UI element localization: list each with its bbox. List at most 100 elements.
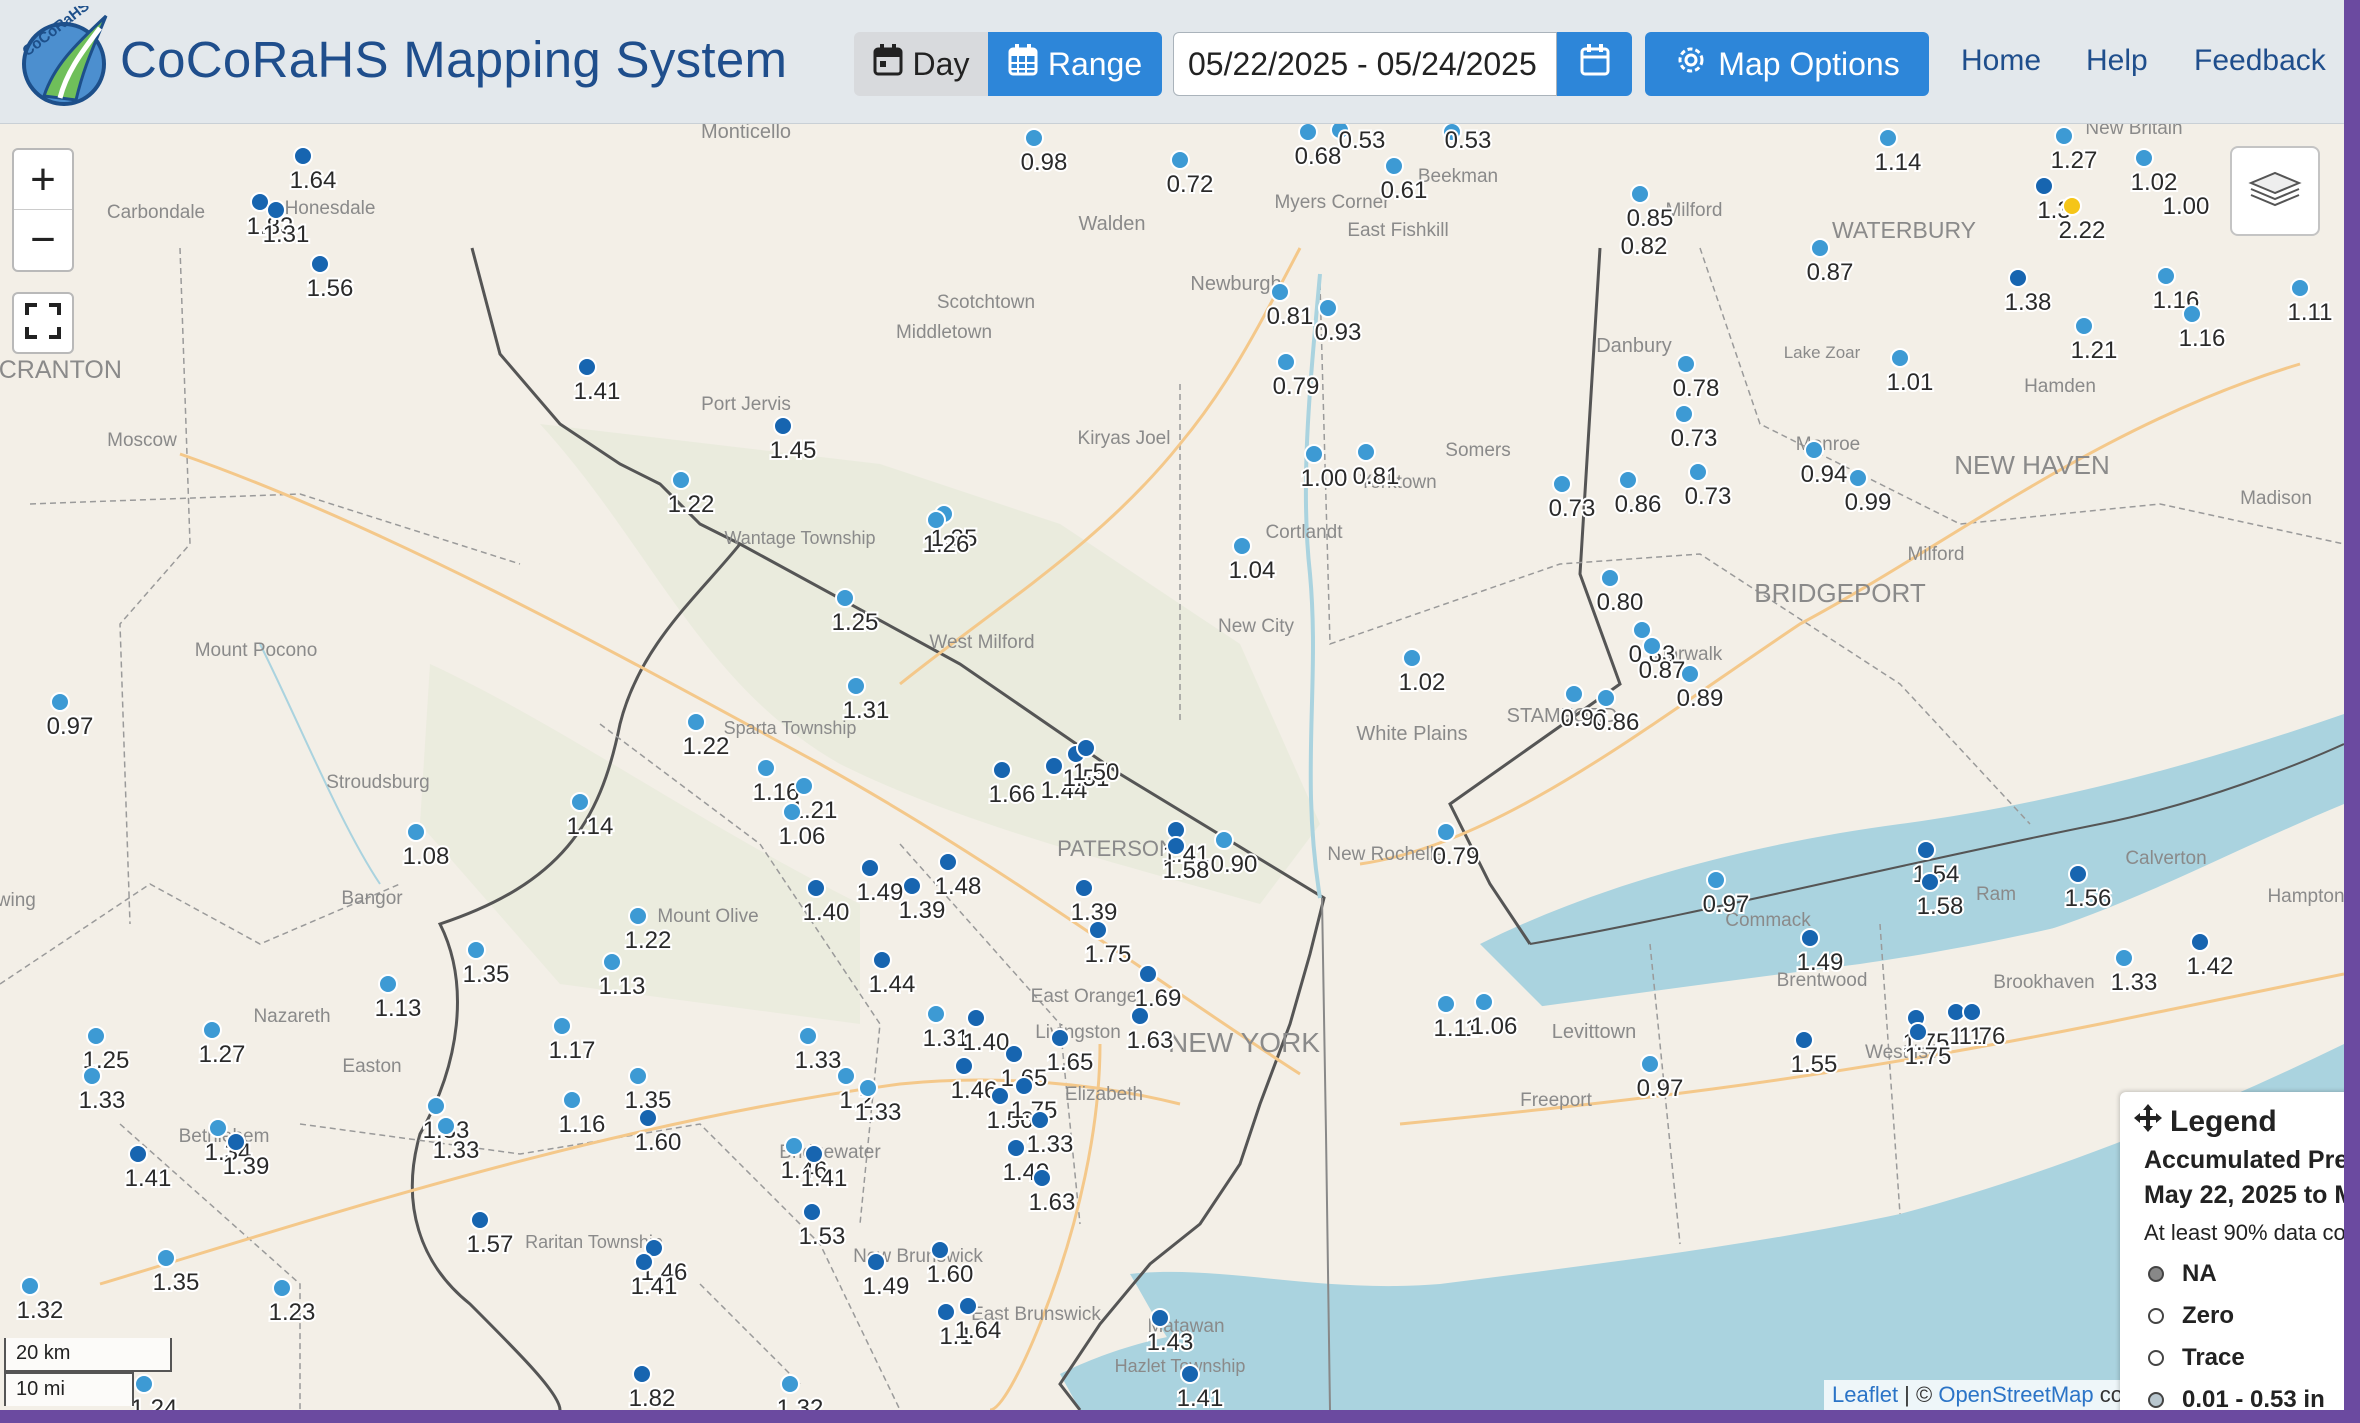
station-marker[interactable]: 0.72 bbox=[1165, 150, 1215, 200]
day-toggle-button[interactable]: Day bbox=[854, 32, 988, 96]
station-marker[interactable]: 1.01 bbox=[1885, 348, 1935, 398]
station-marker[interactable]: 1.16 bbox=[557, 1090, 607, 1140]
station-dot[interactable] bbox=[1298, 124, 1318, 142]
station-dot[interactable] bbox=[858, 1078, 878, 1098]
station-marker[interactable]: 0.73 bbox=[1547, 474, 1597, 524]
station-dot[interactable] bbox=[1878, 128, 1898, 148]
station-dot[interactable] bbox=[798, 1026, 818, 1046]
station-dot[interactable] bbox=[1848, 468, 1868, 488]
station-dot[interactable] bbox=[954, 1056, 974, 1076]
station-marker[interactable]: 0.53 bbox=[1330, 124, 1387, 156]
station-marker[interactable]: 1.04 bbox=[1227, 536, 1277, 586]
station-marker[interactable]: 1.82 bbox=[627, 1364, 677, 1410]
station-marker[interactable]: 0.89 bbox=[1675, 664, 1725, 714]
station-dot[interactable] bbox=[632, 1364, 652, 1384]
station-marker[interactable]: 0.61 bbox=[1379, 156, 1429, 206]
layers-control-button[interactable] bbox=[2230, 146, 2320, 236]
station-marker[interactable]: 1.14 bbox=[1873, 128, 1923, 178]
station-dot[interactable] bbox=[378, 974, 398, 994]
station-marker[interactable]: 1.33 bbox=[793, 1026, 843, 1076]
station-marker[interactable]: 1.38 bbox=[2003, 268, 2053, 318]
station-marker[interactable]: 1.64 bbox=[288, 146, 338, 196]
station-dot[interactable] bbox=[436, 1116, 456, 1136]
station-marker[interactable]: 0.53 bbox=[1442, 124, 1493, 156]
station-dot[interactable] bbox=[2114, 948, 2134, 968]
station-dot[interactable] bbox=[82, 1066, 102, 1086]
station-dot[interactable] bbox=[784, 1136, 804, 1156]
station-dot[interactable] bbox=[806, 878, 826, 898]
station-dot[interactable] bbox=[1004, 1044, 1024, 1064]
station-dot[interactable] bbox=[272, 1278, 292, 1298]
station-dot[interactable] bbox=[2182, 304, 2202, 324]
station-dot[interactable] bbox=[1674, 404, 1694, 424]
station-dot[interactable] bbox=[1564, 684, 1584, 704]
station-dot[interactable] bbox=[1474, 992, 1494, 1012]
station-marker[interactable]: 0.82 bbox=[1619, 231, 1670, 262]
nav-help-link[interactable]: Help bbox=[2086, 44, 2148, 78]
station-marker[interactable]: 0.97 bbox=[45, 692, 95, 742]
station-dot[interactable] bbox=[628, 1066, 648, 1086]
station-dot[interactable] bbox=[1642, 636, 1662, 656]
legend-header[interactable]: Legend bbox=[2134, 1104, 2344, 1140]
station-dot[interactable] bbox=[1138, 964, 1158, 984]
station-dot[interactable] bbox=[992, 760, 1012, 780]
station-marker[interactable]: 1.48 bbox=[933, 852, 983, 902]
station-marker[interactable]: 1.06 bbox=[1469, 992, 1519, 1042]
station-dot[interactable] bbox=[602, 952, 622, 972]
station-dot[interactable] bbox=[1810, 238, 1830, 258]
station-dot[interactable] bbox=[1304, 444, 1324, 464]
station-dot[interactable] bbox=[926, 510, 946, 530]
station-marker[interactable]: 0.93 bbox=[1313, 298, 1363, 348]
fullscreen-button[interactable] bbox=[12, 292, 74, 354]
station-marker[interactable]: 1.11 bbox=[2286, 278, 2334, 328]
station-dot[interactable] bbox=[990, 1086, 1010, 1106]
station-dot[interactable] bbox=[1680, 664, 1700, 684]
station-dot[interactable] bbox=[1170, 150, 1190, 170]
station-marker[interactable]: 1.40 bbox=[961, 1008, 1011, 1058]
station-dot[interactable] bbox=[2054, 126, 2074, 146]
station-marker[interactable]: 1.32 bbox=[775, 1374, 825, 1410]
station-dot[interactable] bbox=[1318, 298, 1338, 318]
station-dot[interactable] bbox=[1384, 156, 1404, 176]
cocorahs-logo[interactable]: CoCoRaHS bbox=[14, 0, 120, 112]
station-dot[interactable] bbox=[466, 940, 486, 960]
zoom-out-button[interactable]: − bbox=[14, 210, 72, 270]
station-dot[interactable] bbox=[936, 1302, 956, 1322]
date-picker-button[interactable] bbox=[1557, 32, 1632, 96]
station-marker[interactable]: 1.21 bbox=[2069, 316, 2119, 366]
station-dot[interactable] bbox=[1130, 1006, 1150, 1026]
station-dot[interactable] bbox=[1800, 928, 1820, 948]
date-range-input[interactable]: 05/22/2025 - 05/24/2025 bbox=[1173, 32, 1557, 96]
station-dot[interactable] bbox=[1356, 442, 1376, 462]
station-marker[interactable]: 0.85 bbox=[1625, 184, 1675, 234]
station-marker[interactable]: 0.81 bbox=[1265, 282, 1315, 332]
station-marker[interactable]: 1.63 bbox=[1125, 1006, 1175, 1056]
station-dot[interactable] bbox=[310, 254, 330, 274]
station-dot[interactable] bbox=[938, 852, 958, 872]
station-dot[interactable] bbox=[686, 712, 706, 732]
station-marker[interactable]: 1.56 bbox=[305, 254, 355, 304]
station-dot[interactable] bbox=[570, 792, 590, 812]
station-dot[interactable] bbox=[1676, 354, 1696, 374]
station-dot[interactable] bbox=[1962, 1002, 1982, 1022]
station-dot[interactable] bbox=[86, 1026, 106, 1046]
station-dot[interactable] bbox=[671, 470, 691, 490]
station-dot[interactable] bbox=[1596, 688, 1616, 708]
station-dot[interactable] bbox=[966, 1008, 986, 1028]
station-dot[interactable] bbox=[1688, 462, 1708, 482]
station-dot[interactable] bbox=[846, 676, 866, 696]
station-marker[interactable]: 1.33 bbox=[77, 1066, 127, 1116]
station-dot[interactable] bbox=[794, 776, 814, 796]
station-marker[interactable]: 1.23 bbox=[267, 1278, 317, 1328]
station-dot[interactable] bbox=[1600, 568, 1620, 588]
station-marker[interactable]: 1.69 bbox=[1133, 964, 1183, 1014]
leaflet-link[interactable]: Leaflet bbox=[1832, 1382, 1898, 1407]
station-dot[interactable] bbox=[628, 906, 648, 926]
station-dot[interactable] bbox=[1908, 1022, 1928, 1042]
station-dot[interactable] bbox=[426, 1096, 446, 1116]
openstreetmap-link[interactable]: OpenStreetMap bbox=[1938, 1382, 2093, 1407]
station-dot[interactable] bbox=[836, 1066, 856, 1086]
station-dot[interactable] bbox=[1916, 840, 1936, 860]
station-dot[interactable] bbox=[1030, 1110, 1050, 1130]
station-marker[interactable]: 1.22 bbox=[681, 712, 731, 762]
